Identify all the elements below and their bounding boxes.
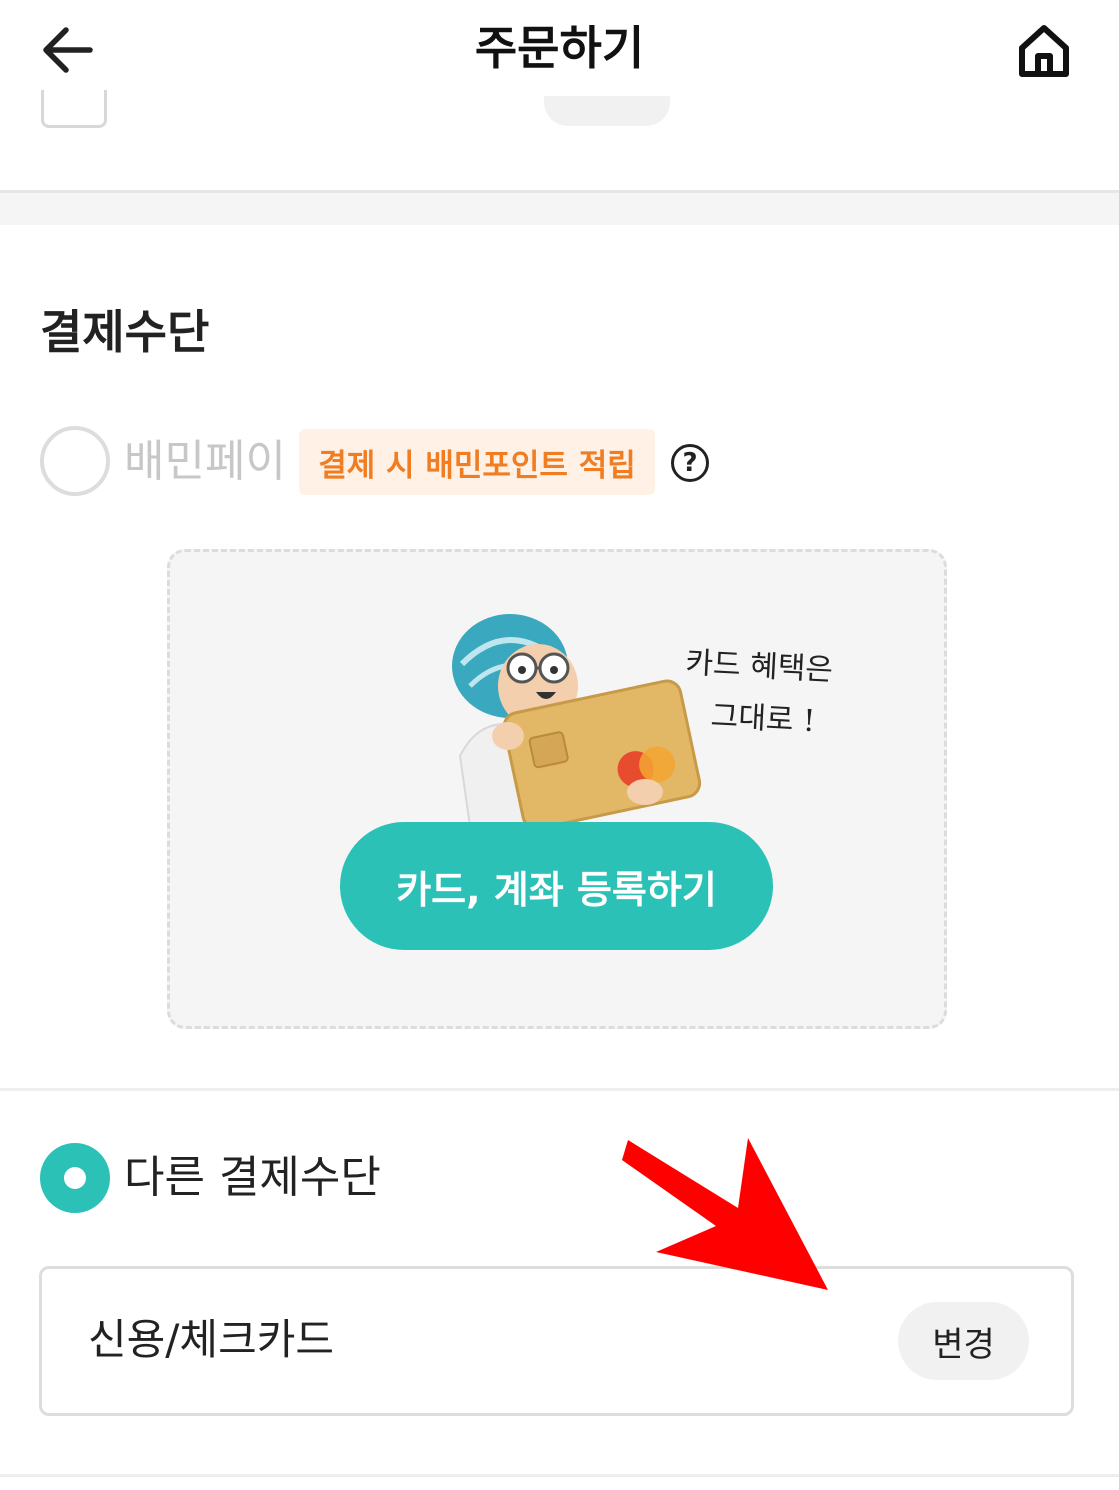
help-icon[interactable]: ? xyxy=(671,444,709,482)
page-title: 주문하기 xyxy=(474,21,645,75)
annotation-arrow-icon xyxy=(622,1138,828,1290)
change-button[interactable]: 변경 xyxy=(898,1302,1029,1380)
section-separator xyxy=(0,193,1119,225)
checkbox[interactable] xyxy=(41,90,107,128)
home-button[interactable] xyxy=(1006,14,1082,86)
change-button-label: 변경 xyxy=(932,1324,995,1365)
divider xyxy=(0,1088,1119,1091)
promo-badge: 결제 시 배민포인트 적립 xyxy=(299,429,655,495)
other-payment-radio[interactable] xyxy=(40,1143,110,1213)
mascot-illustration xyxy=(452,614,702,826)
illustration-caption: 카드 혜택은 그대로 ! xyxy=(681,637,866,750)
caption-line: 그대로 ! xyxy=(709,698,816,740)
back-button[interactable] xyxy=(28,14,108,86)
home-icon xyxy=(1019,25,1069,77)
baemin-pay-radio[interactable] xyxy=(40,426,110,496)
other-payment-label[interactable]: 다른 결제수단 xyxy=(124,1148,381,1208)
radio-selected-dot xyxy=(64,1167,86,1189)
register-card-button[interactable]: 카드, 계좌 등록하기 xyxy=(340,822,773,950)
register-card-button-label: 카드, 계좌 등록하기 xyxy=(396,867,717,912)
baemin-pay-label[interactable]: 배민페이 xyxy=(124,432,286,492)
section-title: 결제수단 xyxy=(40,305,210,359)
arrow-left-icon xyxy=(43,27,93,73)
caption-line: 카드 혜택은 xyxy=(684,645,834,689)
promo-badge-text: 결제 시 배민포인트 적립 xyxy=(318,447,636,484)
current-payment-method: 신용/체크카드 xyxy=(88,1315,334,1364)
chip xyxy=(544,96,670,126)
divider xyxy=(0,1474,1119,1477)
